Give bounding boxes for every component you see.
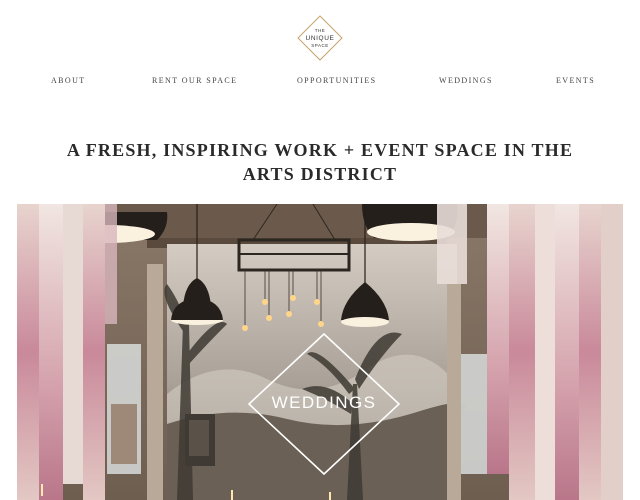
logo-text-unique: UNIQUE [305, 34, 335, 42]
main-navigation: ABOUT RENT OUR SPACE OPPORTUNITIES WEDDI… [0, 76, 640, 88]
logo-text-space: SPACE [311, 43, 329, 48]
nav-rent-our-space[interactable]: RENT OUR SPACE [152, 76, 237, 85]
nav-events[interactable]: EVENTS [556, 76, 595, 85]
nav-about[interactable]: ABOUT [51, 76, 86, 85]
nav-opportunities[interactable]: OPPORTUNITIES [297, 76, 377, 85]
weddings-badge[interactable]: WEDDINGS [247, 332, 401, 476]
page-headline: A FRESH, INSPIRING WORK + EVENT SPACE IN… [66, 140, 574, 184]
nav-weddings[interactable]: WEDDINGS [439, 76, 493, 85]
weddings-badge-label: WEDDINGS [271, 393, 377, 412]
site-logo[interactable]: THE UNIQUE SPACE [297, 15, 343, 61]
hero-banner[interactable]: WEDDINGS [17, 204, 623, 500]
logo-text-the: THE [314, 28, 326, 33]
